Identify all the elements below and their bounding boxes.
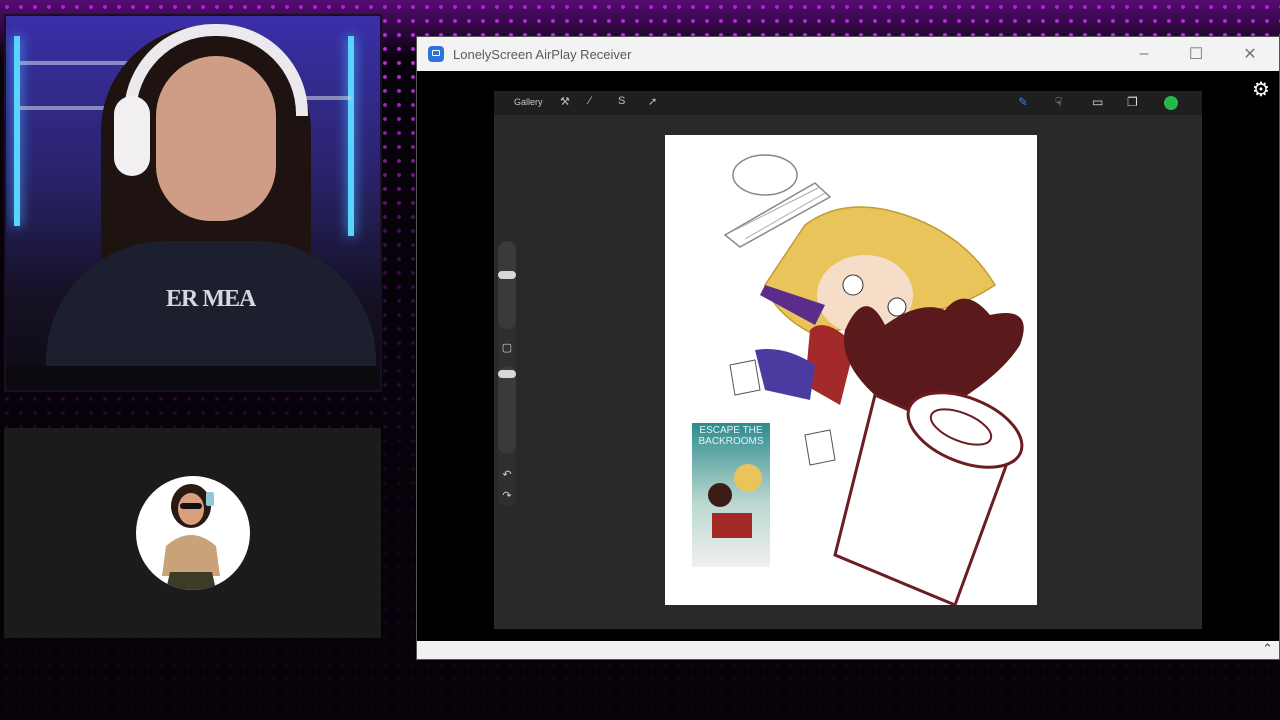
- opacity-slider[interactable]: [498, 366, 516, 454]
- gear-icon[interactable]: ⚙: [1252, 77, 1270, 102]
- close-button[interactable]: ✕: [1227, 37, 1273, 71]
- desk: [6, 366, 380, 390]
- layers-icon[interactable]: ❐: [1127, 95, 1138, 109]
- avatar-panel: [4, 428, 381, 638]
- slider-knob[interactable]: [498, 370, 516, 378]
- webcam-feed: ER MEA: [4, 14, 382, 392]
- smudge-icon[interactable]: ☟: [1055, 95, 1062, 109]
- title-bar[interactable]: LonelyScreen AirPlay Receiver – ☐ ✕: [417, 37, 1279, 71]
- horizontal-scrollbar[interactable]: ⌃: [417, 641, 1279, 659]
- gallery-button[interactable]: Gallery: [514, 97, 543, 107]
- undo-button[interactable]: ↶: [498, 468, 516, 481]
- redo-button[interactable]: ↷: [498, 489, 516, 502]
- mirrored-ipad-screen: Gallery ⚒ ∕ S ➚ ✎ ☟ ▭ ❐ ▢ ↶ ↷ ESCAPE THE…: [494, 91, 1202, 629]
- maximize-icon: ☐: [1188, 46, 1204, 63]
- color-swatch[interactable]: [1164, 96, 1178, 110]
- headphone-cup: [114, 96, 150, 176]
- headphones: [124, 24, 308, 116]
- brush-size-slider[interactable]: [498, 241, 516, 329]
- brush-icon[interactable]: ✎: [1018, 95, 1028, 109]
- close-icon: ✕: [1243, 46, 1257, 63]
- minimize-button[interactable]: –: [1121, 37, 1167, 71]
- modify-button[interactable]: ▢: [498, 341, 516, 354]
- reference-image[interactable]: ESCAPE THE BACKROOMS: [692, 423, 770, 567]
- procreate-toolbar: Gallery ⚒ ∕ S ➚ ✎ ☟ ▭ ❐: [494, 91, 1202, 115]
- magic-wand-icon[interactable]: ∕: [589, 95, 591, 107]
- slider-knob[interactable]: [498, 271, 516, 279]
- airplay-icon: [428, 46, 444, 62]
- minimize-icon: –: [1139, 45, 1149, 62]
- window-title: LonelyScreen AirPlay Receiver: [453, 46, 632, 62]
- avatar: [136, 476, 250, 590]
- neon-light: [348, 36, 354, 236]
- maximize-button[interactable]: ☐: [1173, 37, 1219, 71]
- drawing-canvas[interactable]: ESCAPE THE BACKROOMS: [665, 135, 1037, 605]
- wrench-icon[interactable]: ⚒: [560, 95, 570, 108]
- transform-icon[interactable]: ➚: [648, 95, 657, 108]
- selection-icon[interactable]: S: [618, 95, 625, 107]
- lonelyscreen-window: LonelyScreen AirPlay Receiver – ☐ ✕ ⚙ Ga…: [416, 36, 1280, 660]
- chevron-up-icon[interactable]: ⌃: [1262, 641, 1273, 657]
- shelf: [20, 61, 130, 65]
- eraser-icon[interactable]: ▭: [1092, 95, 1103, 109]
- shirt-graphic: ER MEA: [166, 286, 256, 312]
